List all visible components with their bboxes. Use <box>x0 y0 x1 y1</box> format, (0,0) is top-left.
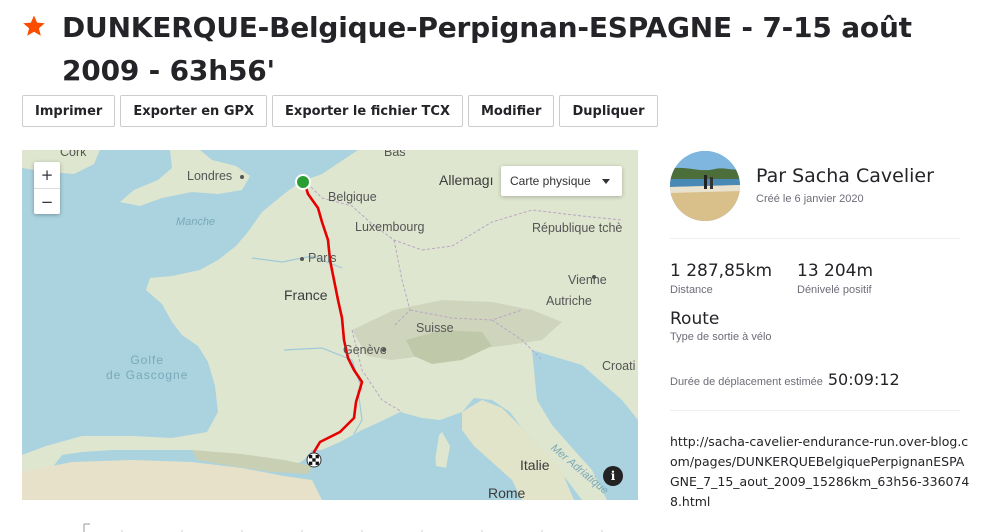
duration-value: 50:09:12 <box>827 370 900 389</box>
map-type-label: Carte physique <box>510 174 591 188</box>
map-label-rome: Rome <box>488 485 526 500</box>
map-label-belgique: Belgique <box>328 190 377 204</box>
divider <box>670 238 960 239</box>
route-subtype: Type de sortie à vélo <box>670 331 772 343</box>
map-label-paris: Paris <box>308 251 337 265</box>
map-label-allemagne: Allemagı <box>439 172 494 188</box>
map-label-cork: Cork <box>60 150 87 159</box>
map-label-luxembourg: Luxembourg <box>355 220 425 234</box>
duration-label: Durée de déplacement estimée <box>670 376 823 388</box>
map-label-vienne: Vienne <box>568 273 607 287</box>
map-label-bas: Bas <box>384 150 406 159</box>
export-tcx-button[interactable]: Exporter le fichier TCX <box>272 95 463 127</box>
start-marker <box>295 174 311 190</box>
print-button[interactable]: Imprimer <box>22 95 116 127</box>
created-date: Créé le 6 janvier 2020 <box>756 193 864 205</box>
route-title: DUNKERQUE-Belgique-Perpignan-ESPAGNE - 7… <box>62 11 912 87</box>
edit-button[interactable]: Modifier <box>467 95 555 127</box>
zoom-out-button[interactable]: − <box>34 188 60 214</box>
star-icon[interactable] <box>22 14 46 38</box>
map-label-autriche: Autriche <box>546 294 592 308</box>
zoom-in-button[interactable]: + <box>34 162 60 188</box>
chevron-down-icon <box>602 179 610 184</box>
elevation-axis-stub <box>83 523 603 532</box>
avatar[interactable] <box>670 151 740 221</box>
map-label-france: France <box>284 287 328 303</box>
map-type-select[interactable]: Carte physique <box>501 166 622 196</box>
route-description: http://sacha-cavelier-endurance-run.over… <box>670 432 970 512</box>
export-gpx-button[interactable]: Exporter en GPX <box>120 95 268 127</box>
elevation-stat: 13 204m Dénivelé positif <box>797 261 873 296</box>
author-name[interactable]: Par Sacha Cavelier <box>756 165 934 187</box>
distance-stat: 1 287,85km Distance <box>670 261 772 296</box>
description-link[interactable]: http://sacha-cavelier-endurance-run.over… <box>670 434 969 509</box>
map-label-croatie: Croati <box>602 359 636 373</box>
map-label-republique-tcheque: République tchè <box>532 221 623 235</box>
map-label-suisse: Suisse <box>416 321 454 335</box>
distance-label: Distance <box>670 284 713 296</box>
route-type: Route <box>670 309 720 329</box>
zoom-control: + − <box>34 162 60 214</box>
estimated-duration: Durée de déplacement estimée 50:09:12 <box>670 370 900 389</box>
elevation-label: Dénivelé positif <box>797 284 872 296</box>
info-icon[interactable]: i <box>603 466 623 486</box>
route-map[interactable]: Cork Londres Bas Allemagı Belgique Luxem… <box>22 150 638 500</box>
avatar-image <box>670 151 740 221</box>
map-label-italie: Italie <box>520 457 550 473</box>
map-label-golfe-de-gascogne: Golfe de Gascogne <box>106 353 189 382</box>
map-label-londres: Londres <box>187 169 233 183</box>
map-label-manche: Manche <box>176 216 216 228</box>
distance-value: 1 287,85km <box>670 261 773 281</box>
map-label-geneve: Genève <box>343 343 387 357</box>
action-toolbar: Imprimer Exporter en GPX Exporter le fic… <box>22 95 658 127</box>
duplicate-button[interactable]: Dupliquer <box>559 95 658 127</box>
finish-marker <box>306 452 322 468</box>
divider <box>670 410 960 411</box>
elevation-value: 13 204m <box>797 261 874 281</box>
